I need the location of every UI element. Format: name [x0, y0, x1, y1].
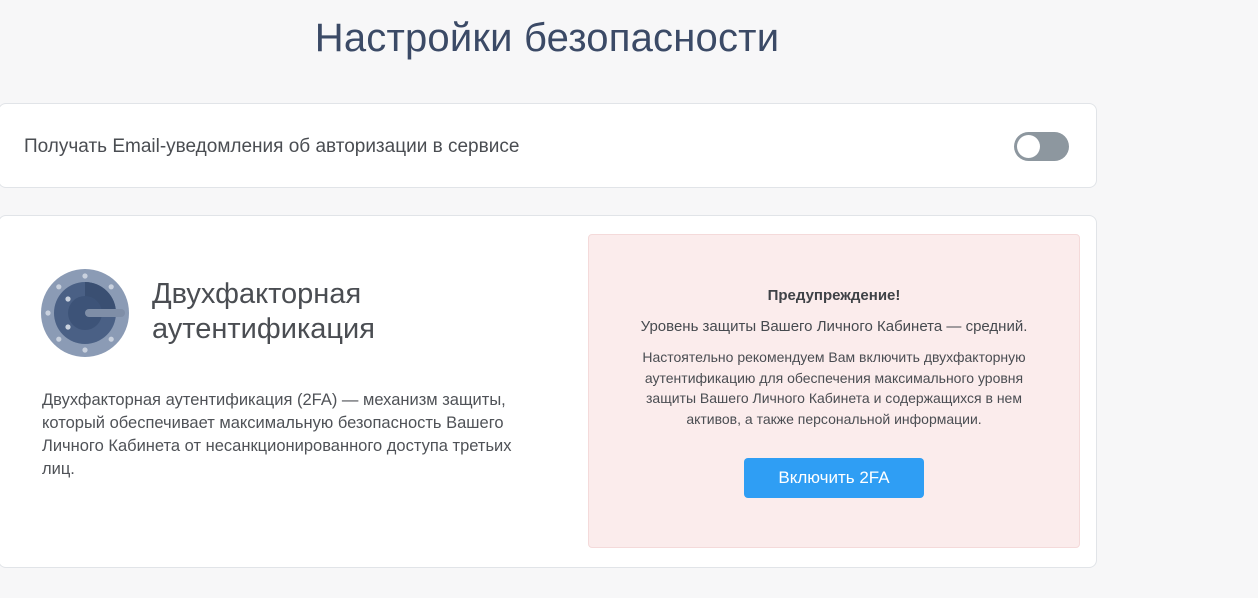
security-level-text: Уровень защиты Вашего Личного Кабинета —… [640, 318, 1028, 335]
toggle-knob [1017, 135, 1040, 158]
enable-2fa-button[interactable]: Включить 2FA [744, 458, 924, 498]
security-warning-panel: Предупреждение! Уровень защиты Вашего Ли… [588, 234, 1080, 548]
email-notifications-card: Получать Email-уведомления об авторизаци… [0, 103, 1097, 188]
email-notifications-toggle[interactable] [1014, 132, 1069, 161]
two-factor-description: Двухфакторная аутентификация (2FA) — мех… [42, 391, 512, 478]
google-authenticator-icon [41, 269, 129, 357]
two-factor-card: Двухфакторная аутентификация Двухфакторн… [0, 215, 1097, 568]
email-notifications-label: Получать Email-уведомления об авторизаци… [24, 136, 520, 157]
two-factor-title: Двухфакторная аутентификация [152, 278, 375, 345]
warning-recommendation: Настоятельно рекомендуем Вам включить дв… [642, 349, 1026, 427]
warning-heading: Предупреждение! [767, 287, 901, 304]
page-title: Настройки безопасности [314, 16, 780, 60]
